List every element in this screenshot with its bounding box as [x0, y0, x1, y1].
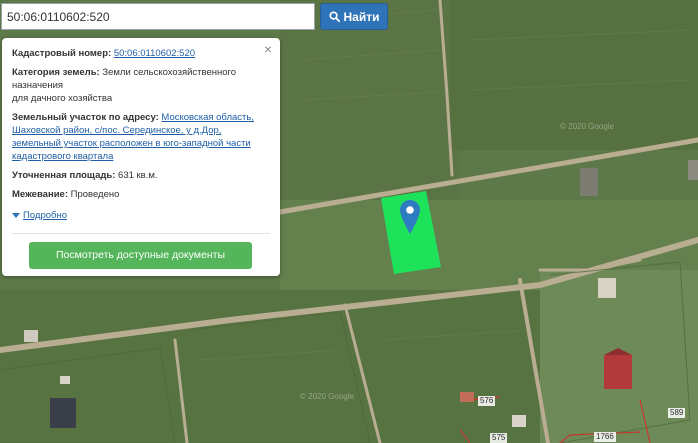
view-documents-label: Посмотреть доступные документы: [55, 249, 225, 261]
map-watermark: © 2020 Google: [300, 392, 354, 401]
land-category-value: назначения: [12, 80, 64, 91]
search-icon: [328, 11, 340, 22]
survey-value: Проведено: [70, 189, 120, 200]
address-row: Земельный участок по адресу: Московская …: [12, 111, 270, 163]
parcel-number-label: 1766: [594, 432, 616, 442]
close-icon[interactable]: ×: [264, 42, 272, 56]
parcel-number-label: 589: [668, 408, 686, 418]
land-category-label: Категория земель:: [12, 67, 100, 78]
land-category-row: Категория земель: Земли сельскохозяйстве…: [12, 66, 270, 105]
land-use-value: для дачного хозяйства: [12, 93, 113, 104]
search-button-label: Найти: [343, 9, 380, 24]
area-value: 631 кв.м.: [118, 170, 158, 181]
address-link[interactable]: Московская область,: [161, 112, 254, 123]
land-category-value: Земли сельскохозяйственного: [102, 67, 237, 78]
cadastral-number-label: Кадастровый номер:: [12, 48, 112, 59]
triangle-down-icon: [12, 213, 20, 218]
survey-row: Межевание: Проведено: [12, 188, 270, 201]
address-label: Земельный участок по адресу:: [12, 112, 159, 123]
address-link[interactable]: земельный участок расположен в юго-запад…: [12, 138, 251, 149]
survey-label: Межевание:: [12, 189, 68, 200]
map-watermark: © 2020 Google: [560, 122, 614, 131]
view-documents-button[interactable]: Посмотреть доступные документы: [29, 242, 252, 269]
search-input[interactable]: [1, 3, 315, 30]
parcel-number-label: 575: [490, 433, 508, 443]
address-link[interactable]: Шаховской район, с/пос. Серединское, у д…: [12, 125, 221, 136]
address-link[interactable]: кадастрового квартала: [12, 151, 113, 162]
cadastral-number-row: Кадастровый номер: 50:06:0110602:520: [12, 47, 270, 60]
area-row: Уточненная площадь: 631 кв.м.: [12, 169, 270, 182]
parcel-info-panel: × Кадастровый номер: 50:06:0110602:520 К…: [2, 38, 280, 276]
details-toggle[interactable]: Подробно: [12, 209, 67, 222]
area-label: Уточненная площадь:: [12, 170, 116, 181]
cadastral-number-link[interactable]: 50:06:0110602:520: [114, 48, 195, 59]
parcel-number-label: 576: [478, 396, 496, 406]
map-marker-icon[interactable]: [400, 200, 420, 234]
details-link-label: Подробно: [23, 210, 67, 221]
search-button[interactable]: Найти: [320, 3, 388, 30]
divider: [12, 233, 270, 234]
